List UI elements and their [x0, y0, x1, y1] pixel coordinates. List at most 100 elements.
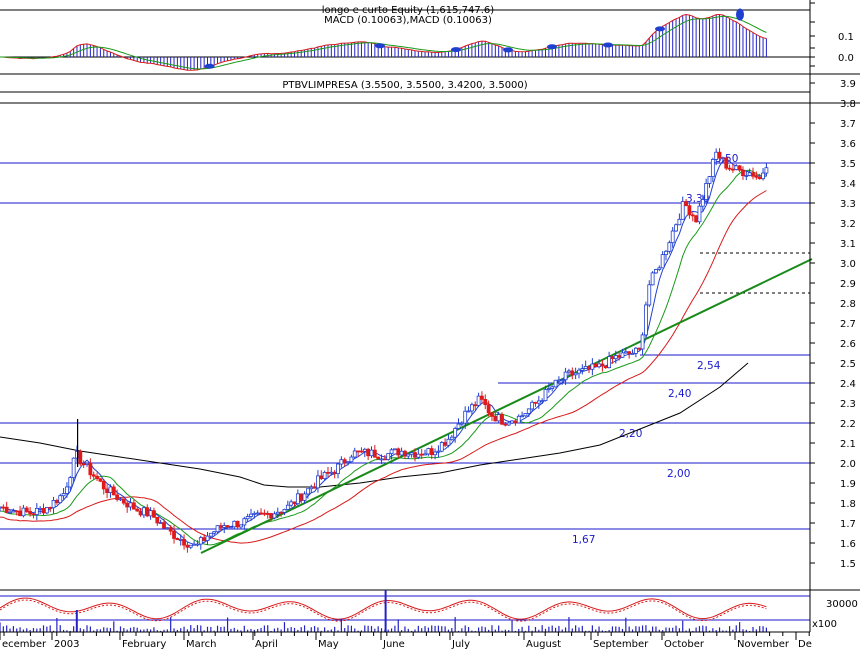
- candle-body: [557, 379, 561, 382]
- candle-body: [31, 513, 36, 516]
- candle-body: [560, 379, 565, 382]
- candle-body: [647, 284, 652, 306]
- candle-body: [272, 513, 277, 519]
- time-tick-label: November: [737, 639, 790, 649]
- candle-body: [38, 507, 43, 510]
- price-title: PTBVLIMPRESA (3.5500, 3.5500, 3.4200, 3.…: [282, 80, 527, 91]
- candle-body: [617, 355, 622, 358]
- candle-body: [741, 169, 745, 177]
- candle-body: [135, 508, 140, 512]
- candle-body: [218, 525, 223, 528]
- price-tick-label: 3.3: [840, 199, 856, 210]
- candle-body: [205, 535, 210, 542]
- candle-body: [78, 451, 83, 465]
- candle-body: [376, 456, 381, 460]
- candle-body: [540, 400, 545, 403]
- candle-body: [185, 544, 190, 548]
- candle-body: [429, 448, 434, 456]
- candle-body: [610, 356, 615, 360]
- price-tick-label: 3.2: [840, 219, 856, 230]
- candle-body: [239, 524, 243, 528]
- candle-body: [670, 230, 675, 244]
- price-tick-label: 2.5: [840, 359, 856, 370]
- candle-body: [737, 165, 742, 171]
- candle-body: [764, 167, 769, 174]
- macd-cross-marker: [451, 47, 461, 53]
- candle-body: [178, 539, 183, 541]
- oscillator-line: [0, 597, 767, 620]
- candle-body: [597, 363, 601, 368]
- candle-body: [41, 507, 46, 514]
- candle-body: [309, 486, 314, 490]
- candle-body: [285, 504, 290, 510]
- candle-body: [34, 507, 39, 516]
- candle-body: [252, 512, 257, 515]
- macd-cross-marker: [603, 42, 613, 48]
- candle-body: [275, 511, 280, 515]
- time-tick-label: ecember: [2, 639, 47, 649]
- candle-body: [362, 448, 367, 452]
- candle-body: [687, 205, 692, 216]
- candle-body: [516, 415, 521, 424]
- candle-body: [118, 498, 123, 501]
- candle-body: [483, 399, 488, 406]
- candle-body: [744, 175, 749, 177]
- candle-body: [182, 539, 186, 546]
- candle-body: [694, 215, 699, 223]
- level-label: 2,40: [668, 388, 691, 400]
- candle-body: [413, 452, 417, 458]
- candle-body: [613, 355, 618, 360]
- candle-body: [757, 176, 762, 180]
- macd-y-axis: 0.1 0.0: [810, 2, 854, 67]
- candle-body: [684, 201, 688, 207]
- candle-body: [155, 516, 160, 524]
- price-tick-label: 1.6: [840, 539, 856, 550]
- candle-body: [305, 488, 310, 495]
- time-tick-label: August: [526, 639, 561, 649]
- price-tick-label: 3.8: [840, 99, 856, 110]
- candle-body: [644, 304, 648, 336]
- candle-body: [396, 448, 401, 456]
- volume-tick-x100: x100: [812, 619, 837, 630]
- candle-body: [158, 522, 163, 525]
- candle-body: [165, 527, 170, 530]
- candle-body: [225, 525, 230, 528]
- candle-body: [369, 449, 374, 457]
- time-tick-label: October: [664, 639, 705, 649]
- candle-body: [215, 525, 220, 533]
- candle-body: [590, 363, 595, 370]
- price-candles: [0, 148, 769, 553]
- price-tick-label: 2.0: [840, 459, 856, 470]
- candle-body: [18, 510, 22, 517]
- candle-body: [553, 379, 558, 388]
- candle-body: [24, 507, 29, 512]
- candle-body: [680, 201, 685, 220]
- candle-body: [386, 453, 391, 460]
- candle-body: [456, 423, 461, 429]
- candle-body: [359, 450, 364, 453]
- macd-tick-label: 0.1: [838, 32, 854, 43]
- macd-panel: longo e curto Equity (1,615,747.6) MACD …: [0, 2, 860, 75]
- candle-body: [329, 471, 334, 474]
- price-tick-label: 2.2: [840, 419, 856, 430]
- candle-body: [403, 450, 407, 457]
- candle-body: [473, 404, 478, 407]
- time-tick-label: April: [255, 639, 278, 649]
- candle-body: [543, 389, 548, 402]
- time-tick-label: September: [593, 639, 649, 649]
- candle-body: [734, 165, 739, 170]
- macd-cross-marker: [204, 63, 215, 69]
- candle-body: [630, 353, 635, 355]
- candle-body: [262, 512, 267, 515]
- candle-body: [536, 400, 541, 404]
- candle-body: [61, 493, 66, 497]
- candle-body: [496, 414, 501, 422]
- candle-body: [95, 475, 99, 480]
- candle-body: [570, 370, 575, 376]
- candle-body: [98, 478, 103, 482]
- macd-cross-marker: [503, 47, 513, 53]
- candle-body: [419, 453, 424, 456]
- candle-body: [346, 461, 350, 464]
- candle-body: [312, 486, 317, 489]
- candle-body: [530, 401, 535, 410]
